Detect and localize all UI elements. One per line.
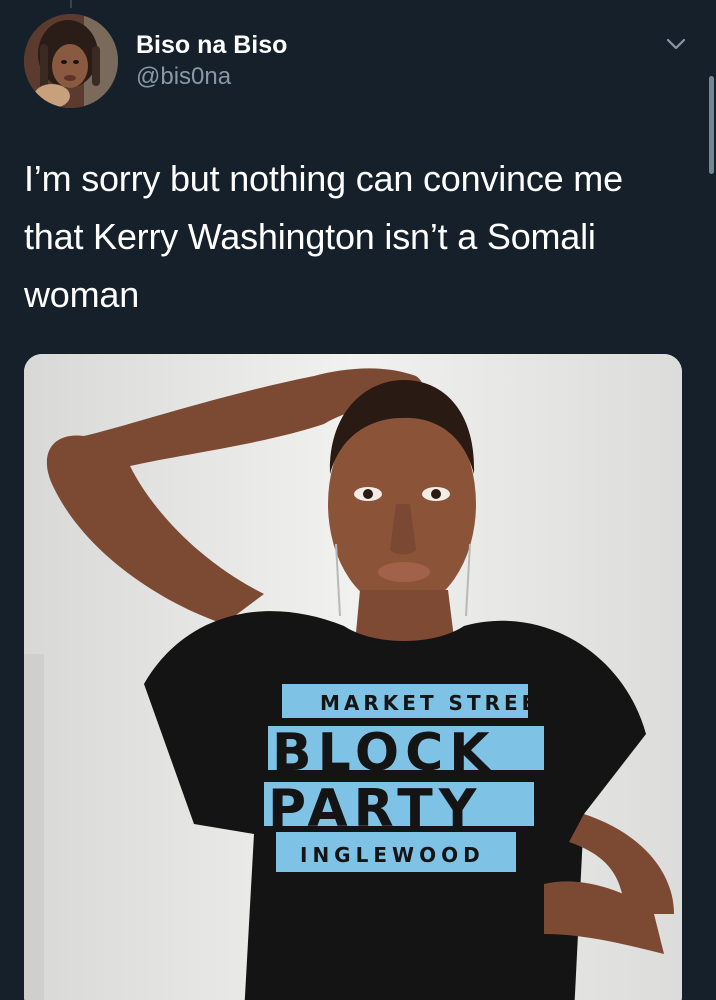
photo-illustration: MARKET STREET BLOCK PARTY INGLEWOOD	[24, 354, 682, 1000]
chevron-down-icon[interactable]	[664, 32, 688, 56]
tweet-header: Biso na Biso @bis0na	[24, 14, 692, 110]
author-block[interactable]: Biso na Biso @bis0na	[136, 30, 287, 92]
tweet-photo[interactable]: MARKET STREET BLOCK PARTY INGLEWOOD	[24, 354, 682, 1000]
shirt-text-line1: MARKET STREET	[320, 691, 557, 715]
shirt-text-line4: INGLEWOOD	[300, 843, 485, 867]
scrollbar[interactable]	[709, 76, 714, 174]
thread-connector-line	[70, 0, 72, 8]
display-name[interactable]: Biso na Biso	[136, 30, 287, 60]
shirt-text-line2: BLOCK	[272, 723, 496, 783]
avatar-image	[24, 14, 118, 108]
shirt-text-line3: PARTY	[268, 779, 482, 839]
handle[interactable]: @bis0na	[136, 62, 287, 92]
avatar[interactable]	[24, 14, 118, 108]
tweet-text: I’m sorry but nothing can convince me th…	[24, 158, 623, 315]
